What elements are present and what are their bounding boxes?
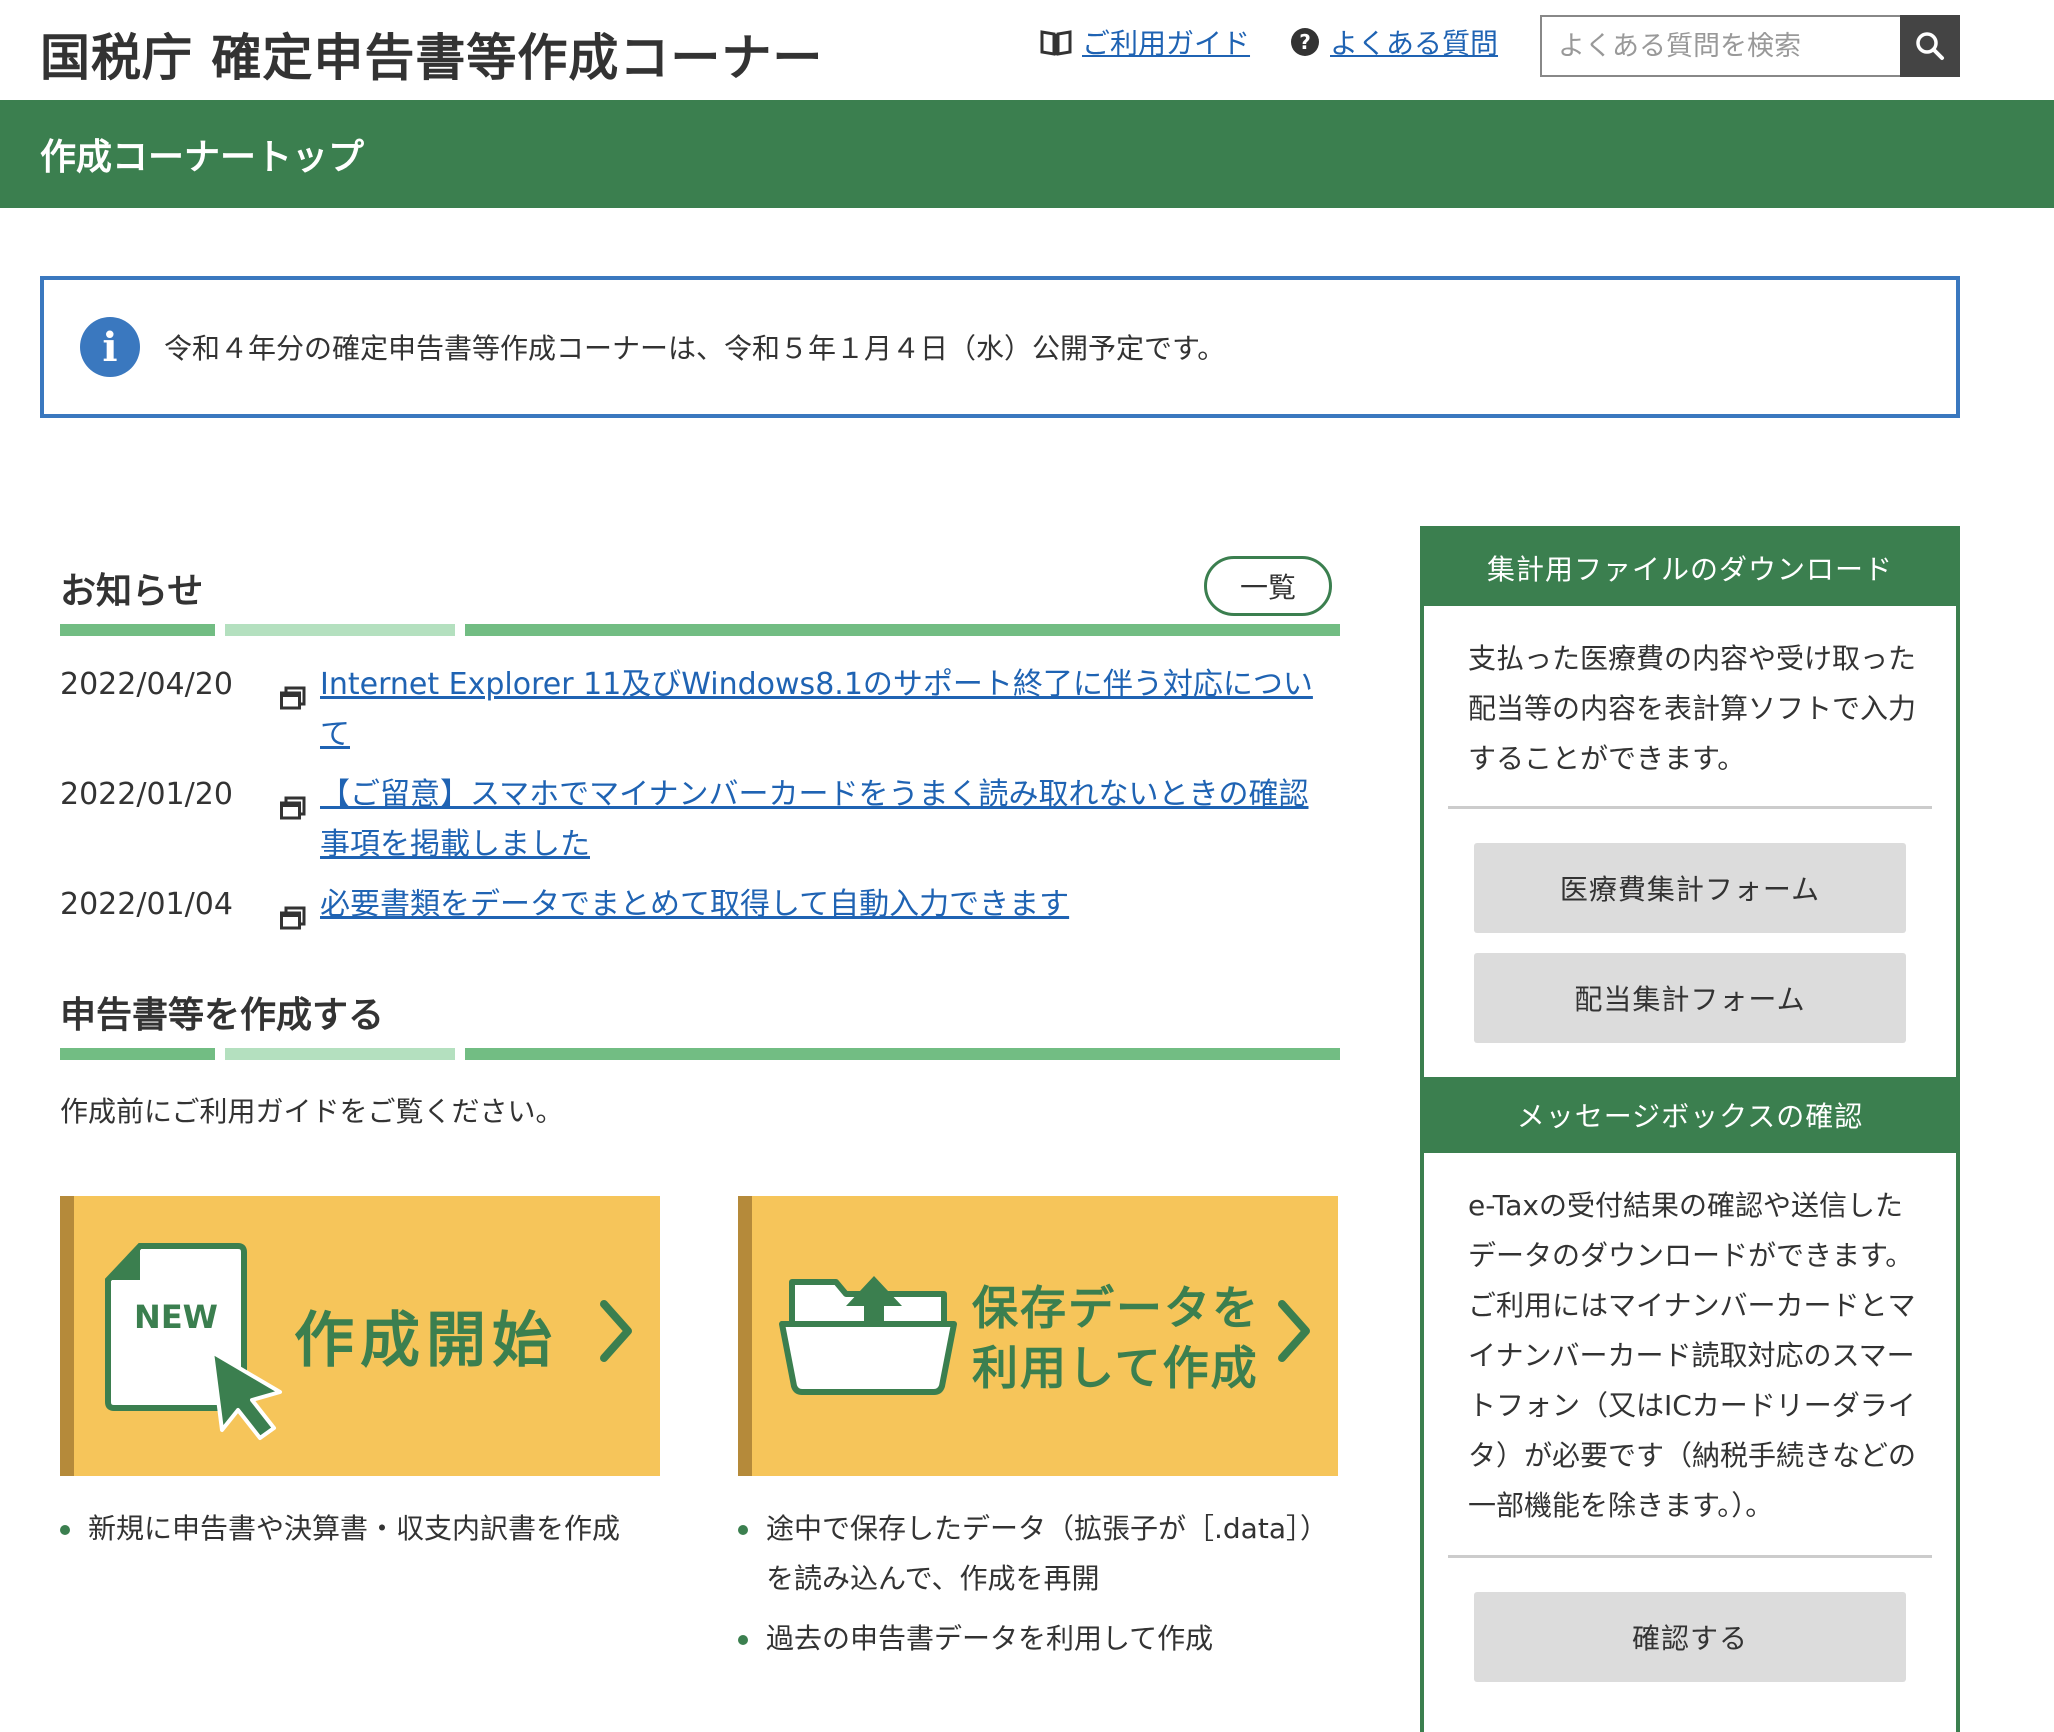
use-saved-data-notes: 途中で保存したデータ（拡張子が［.data］）を読み込んで、作成を再開 過去の申…	[738, 1504, 1338, 1674]
start-new-button[interactable]: NEW 作成開始	[60, 1196, 660, 1476]
news-link[interactable]: 【ご留意】スマホでマイナンバーカードをうまく読み取れないときの確認事項を掲載しま…	[320, 770, 1320, 870]
news-date: 2022/04/20	[60, 667, 233, 702]
news-link[interactable]: 必要書類をデータでまとめて取得して自動入力できます	[320, 880, 1320, 946]
external-window-icon	[280, 660, 320, 760]
news-list-button[interactable]: 一覧	[1204, 556, 1332, 616]
faq-search	[1540, 15, 1960, 77]
question-icon: ?	[1291, 28, 1319, 56]
use-saved-data-title-line1: 保存データを	[972, 1281, 1260, 1335]
list-item: 新規に申告書や決算書・収支内訳書を作成	[60, 1504, 660, 1554]
search-input[interactable]	[1540, 15, 1900, 77]
book-icon	[1040, 30, 1072, 56]
dividend-form-button[interactable]: 配当集計フォーム	[1474, 953, 1906, 1043]
create-heading-rule	[60, 1048, 1340, 1060]
search-icon	[1916, 32, 1944, 60]
download-heading: 集計用ファイルのダウンロード	[1424, 530, 1956, 606]
search-button[interactable]	[1900, 15, 1960, 77]
side-panel: 集計用ファイルのダウンロード 支払った医療費の内容や受け取った配当等の内容を表計…	[1420, 526, 1960, 1732]
page-title: 作成コーナートップ	[40, 137, 365, 178]
list-item: 過去の申告書データを利用して作成	[738, 1614, 1338, 1664]
news-date: 2022/01/04	[60, 887, 233, 922]
create-intro: 作成前にご利用ガイドをご覧ください。	[60, 1095, 564, 1128]
use-saved-data-title-line2: 利用して作成	[972, 1341, 1259, 1395]
start-new-title: 作成開始	[294, 1306, 558, 1376]
chevron-right-icon	[1278, 1300, 1310, 1362]
folder-upload-icon	[779, 1276, 957, 1395]
confirm-button[interactable]: 確認する	[1474, 1592, 1906, 1682]
news-item: 2022/01/04 必要書類をデータでまとめて取得して自動入力できます	[60, 880, 1350, 946]
news-item: 2022/01/20 【ご留意】スマホでマイナンバーカードをうまく読み取れないと…	[60, 770, 1350, 870]
medical-form-button[interactable]: 医療費集計フォーム	[1474, 843, 1906, 933]
message-box-description: e-Taxの受付結果の確認や送信したデータのダウンロードができます。ご利用にはマ…	[1468, 1189, 1917, 1522]
download-description: 支払った医療費の内容や受け取った配当等の内容を表計算ソフトで入力することができま…	[1468, 642, 1917, 775]
page-header-bar: 作成コーナートップ	[0, 100, 2054, 208]
list-item: 途中で保存したデータ（拡張子が［.data］）を読み込んで、作成を再開	[738, 1504, 1338, 1604]
start-new-notes: 新規に申告書や決算書・収支内訳書を作成	[60, 1504, 660, 1564]
site-header: 国税庁 確定申告書等作成コーナー ご利用ガイド ? よくある質問	[0, 0, 2054, 100]
news-link[interactable]: Internet Explorer 11及びWindows8.1のサポート終了に…	[320, 660, 1320, 760]
guide-link[interactable]: ご利用ガイド	[1040, 22, 1250, 62]
new-document-icon: NEW	[105, 1243, 282, 1440]
news-heading-rule	[60, 624, 1340, 636]
external-window-icon	[280, 880, 320, 946]
message-box-heading: メッセージボックスの確認	[1424, 1077, 1956, 1153]
new-badge: NEW	[134, 1298, 218, 1336]
svg-text:?: ?	[1299, 30, 1311, 54]
info-notice: i 令和４年分の確定申告書等作成コーナーは、令和５年１月４日（水）公開予定です。	[40, 276, 1960, 418]
faq-link-label: よくある質問	[1330, 27, 1499, 60]
info-message: 令和４年分の確定申告書等作成コーナーは、令和５年１月４日（水）公開予定です。	[164, 332, 1226, 365]
faq-link[interactable]: ? よくある質問	[1290, 22, 1498, 62]
external-window-icon	[280, 770, 320, 870]
news-heading: お知らせ	[60, 571, 204, 612]
use-saved-data-button[interactable]: 保存データを 利用して作成	[738, 1196, 1338, 1476]
info-icon: i	[80, 317, 140, 377]
guide-link-label: ご利用ガイド	[1082, 27, 1251, 60]
news-date: 2022/01/20	[60, 777, 233, 812]
create-heading: 申告書等を作成する	[60, 995, 385, 1036]
news-item: 2022/04/20 Internet Explorer 11及びWindows…	[60, 660, 1350, 760]
site-title[interactable]: 国税庁 確定申告書等作成コーナー	[40, 18, 823, 90]
news-list: 2022/04/20 Internet Explorer 11及びWindows…	[60, 660, 1350, 956]
use-saved-data-title: 保存データを 利用して作成	[972, 1278, 1260, 1398]
chevron-right-icon	[600, 1300, 632, 1362]
